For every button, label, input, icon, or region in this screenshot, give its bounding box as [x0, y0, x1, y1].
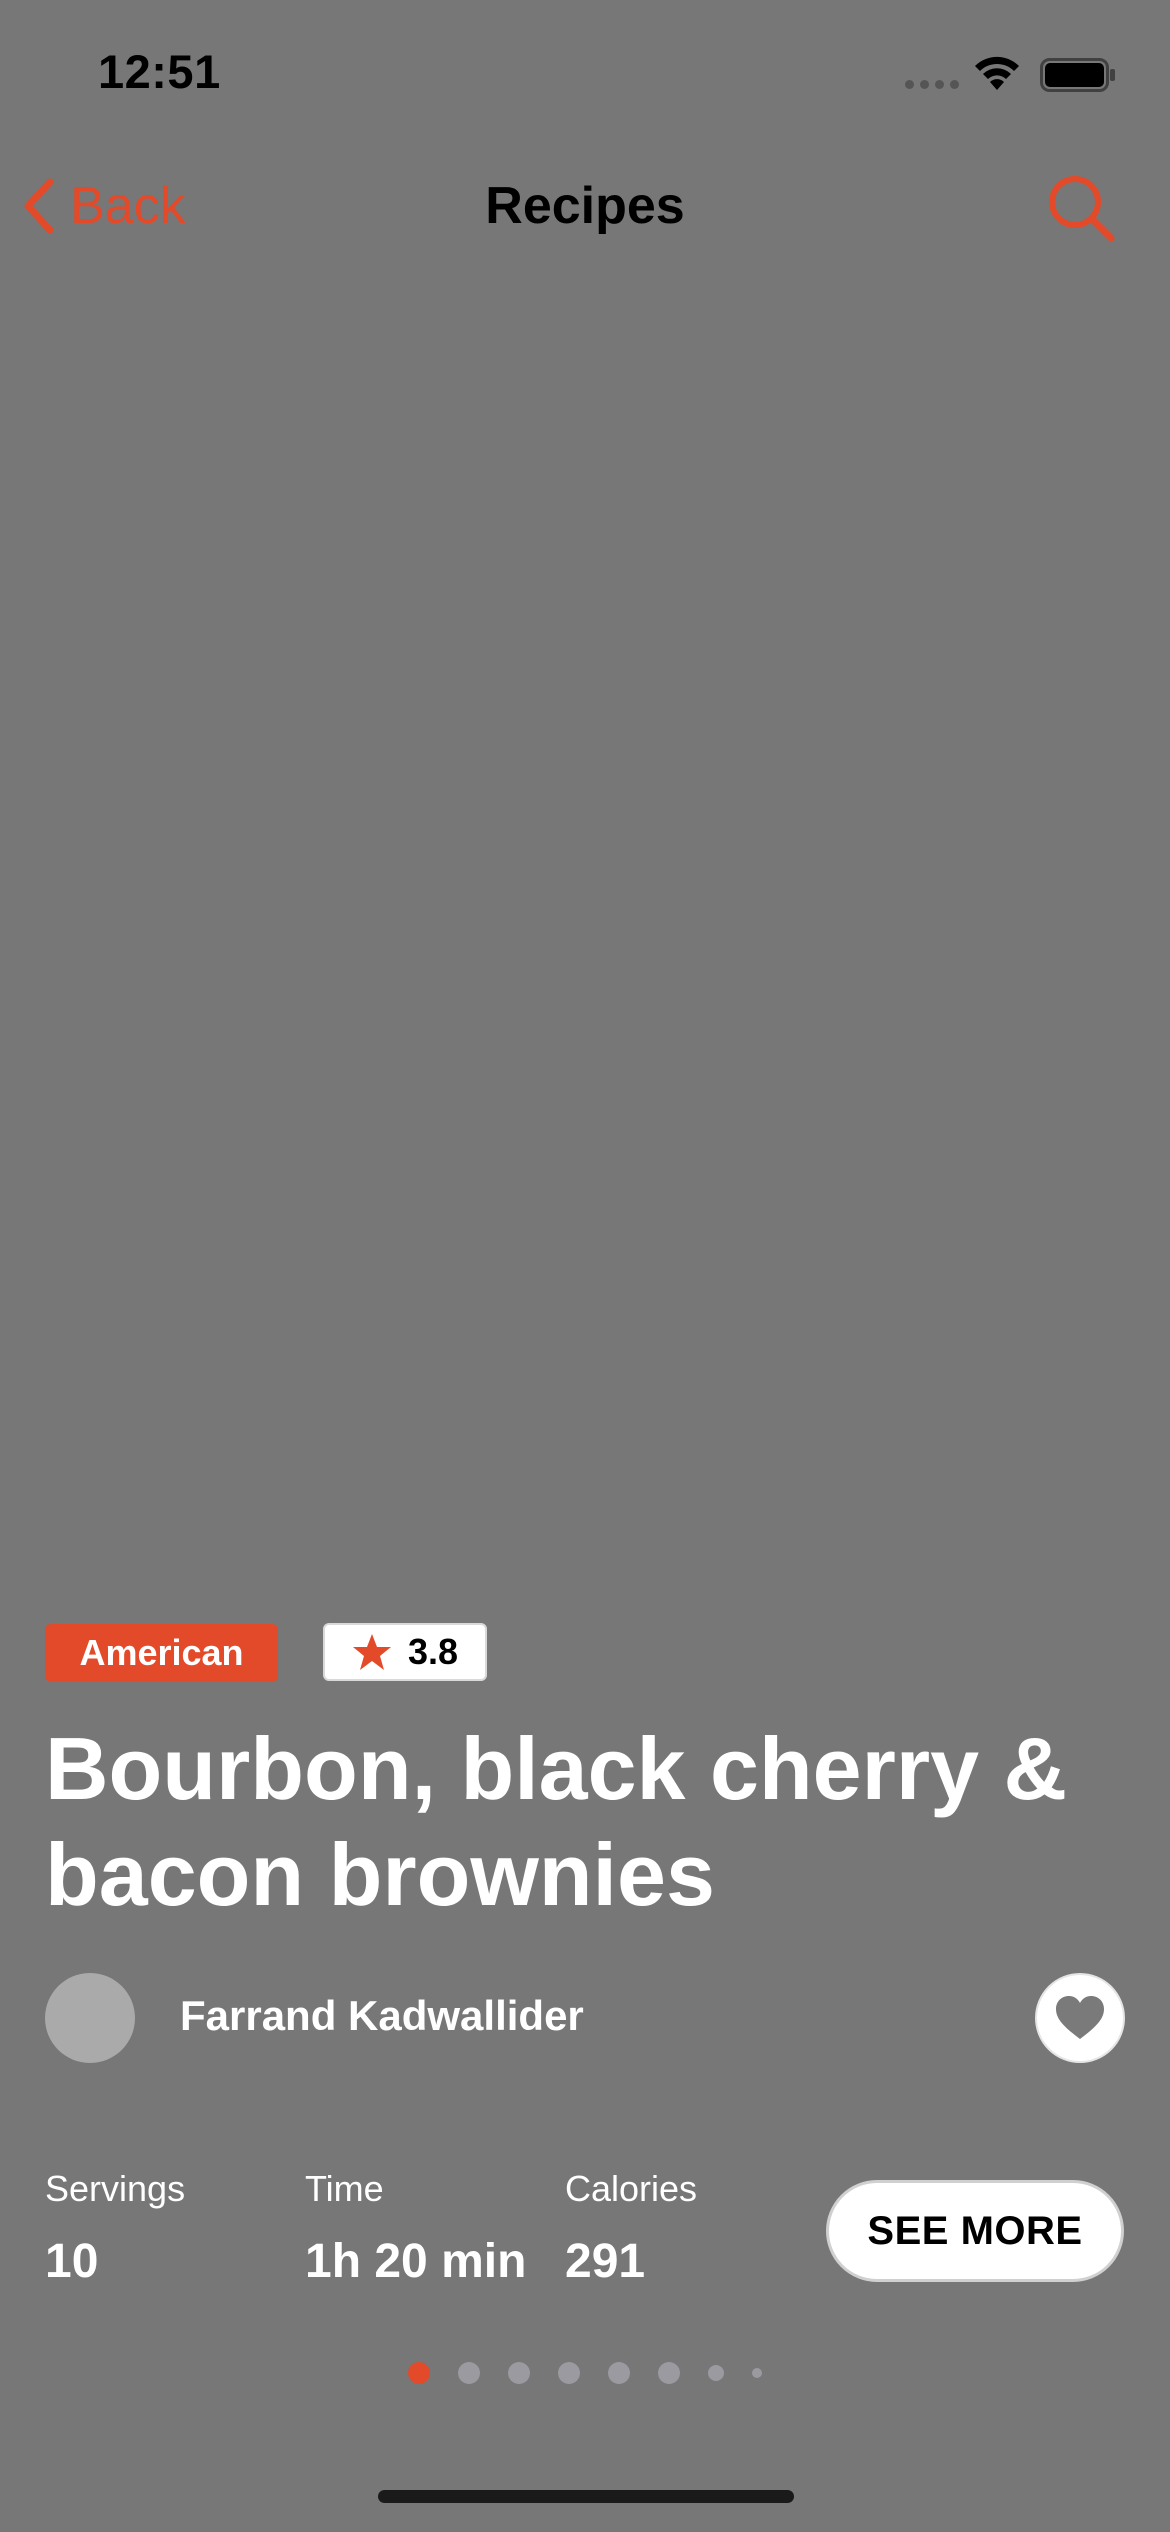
page-dot[interactable] — [508, 2362, 530, 2384]
cuisine-badge: American — [45, 1624, 278, 1682]
page-dot[interactable] — [708, 2365, 724, 2381]
status-time: 12:51 — [98, 45, 221, 98]
page-dot[interactable] — [458, 2362, 480, 2384]
avatar — [45, 1973, 135, 2063]
star-icon — [352, 1634, 391, 1670]
heart-icon — [1056, 1996, 1104, 2039]
time-value: 1h 20 min — [305, 2235, 527, 2288]
home-indicator[interactable] — [378, 2490, 794, 2503]
wifi-icon — [975, 56, 1019, 90]
time-label: Time — [305, 2168, 384, 2209]
calories-label: Calories — [565, 2168, 698, 2209]
recipe-title: Bourbon, black cherry & bacon brownies — [45, 1719, 1068, 1924]
battery-icon — [1040, 58, 1115, 92]
rating-badge: 3.8 — [323, 1623, 487, 1681]
rating-value: 3.8 — [407, 1631, 459, 1672]
servings-value: 10 — [45, 2235, 99, 2288]
page-dot[interactable] — [558, 2362, 580, 2384]
servings-label: Servings — [45, 2168, 186, 2209]
page-dot[interactable] — [408, 2362, 430, 2384]
page-dot[interactable] — [752, 2368, 762, 2378]
see-more-button[interactable]: SEE MORE — [826, 2180, 1124, 2282]
cellular-signal-icon — [905, 80, 959, 89]
page-title: Recipes — [485, 177, 685, 235]
search-icon[interactable] — [1045, 172, 1117, 244]
page-indicator[interactable] — [0, 2362, 1170, 2384]
page-dot[interactable] — [608, 2362, 630, 2384]
author-name: Farrand Kadwallider — [180, 1992, 584, 2039]
page-dot[interactable] — [658, 2362, 680, 2384]
calories-value: 291 — [565, 2235, 646, 2288]
favorite-button[interactable] — [1035, 1973, 1125, 2063]
